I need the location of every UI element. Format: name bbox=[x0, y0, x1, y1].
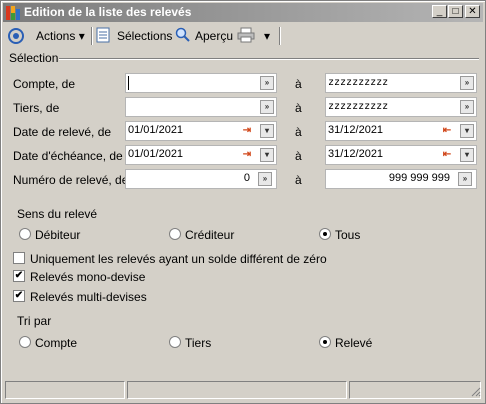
title-bar[interactable]: Edition de la liste des relevés _ □ ✕ bbox=[3, 3, 483, 22]
toolbar-separator bbox=[279, 27, 281, 45]
date-echeance-to-field[interactable]: 31/12/2021 ⇤ ▾ bbox=[325, 145, 477, 165]
numero-label: Numéro de relevé, de bbox=[13, 173, 129, 187]
status-pane bbox=[127, 381, 347, 399]
tiers-to-value: zzzzzzzzzz bbox=[328, 101, 389, 112]
date-echeance-to-value: 31/12/2021 bbox=[328, 148, 384, 160]
date-releve-to-value: 31/12/2021 bbox=[328, 124, 384, 136]
actions-label: Actions bbox=[36, 29, 76, 43]
date-echeance-label: Date d'échéance, de bbox=[13, 149, 123, 163]
text-cursor bbox=[128, 76, 129, 90]
compte-to-field[interactable]: zzzzzzzzzz » bbox=[325, 73, 477, 93]
actions-menu[interactable]: Actions ▾ bbox=[36, 27, 85, 45]
numero-from-value: 0 bbox=[243, 172, 250, 184]
print-chevron-down-icon[interactable]: ▾ bbox=[264, 27, 270, 45]
compte-a-label: à bbox=[295, 77, 302, 91]
tri-compte-label[interactable]: Compte bbox=[35, 336, 77, 350]
multi-devises-checkbox[interactable]: ✔ bbox=[13, 290, 25, 302]
close-button[interactable]: ✕ bbox=[465, 5, 480, 18]
tri-label: Tri par bbox=[17, 314, 52, 328]
status-pane bbox=[5, 381, 125, 399]
numero-to-value: 999 999 999 bbox=[388, 172, 450, 184]
sens-debiteur-label[interactable]: Débiteur bbox=[35, 228, 80, 242]
calendar-icon[interactable]: ⇤ bbox=[440, 148, 454, 162]
status-pane bbox=[349, 381, 481, 399]
compte-to-value: zzzzzzzzzz bbox=[328, 77, 389, 88]
date-releve-to-dropdown-icon[interactable]: ▾ bbox=[460, 124, 474, 138]
date-releve-to-field[interactable]: 31/12/2021 ⇤ ▾ bbox=[325, 121, 477, 141]
tri-releve-radio[interactable] bbox=[319, 336, 331, 348]
compte-from-dropdown-icon[interactable]: » bbox=[260, 76, 274, 90]
solde-non-zero-label[interactable]: Uniquement les relevés ayant un solde di… bbox=[30, 252, 327, 266]
date-echeance-a-label: à bbox=[295, 149, 302, 163]
target-icon[interactable] bbox=[7, 27, 25, 45]
date-releve-a-label: à bbox=[295, 125, 302, 139]
mono-devise-label[interactable]: Relevés mono-devise bbox=[30, 270, 145, 284]
tiers-a-label: à bbox=[295, 101, 302, 115]
numero-from-field[interactable]: 0 » bbox=[125, 169, 277, 189]
window-title: Edition de la liste des relevés bbox=[24, 5, 192, 19]
tri-tiers-radio[interactable] bbox=[169, 336, 181, 348]
magnifier-icon[interactable] bbox=[175, 27, 191, 45]
tri-compte-radio[interactable] bbox=[19, 336, 31, 348]
sens-crediteur-radio[interactable] bbox=[169, 228, 181, 240]
tiers-to-field[interactable]: zzzzzzzzzz » bbox=[325, 97, 477, 117]
minimize-button[interactable]: _ bbox=[432, 5, 447, 18]
date-releve-from-value: 01/01/2021 bbox=[128, 124, 184, 136]
calendar-icon[interactable]: ⇥ bbox=[240, 124, 254, 138]
tri-releve-label[interactable]: Relevé bbox=[335, 336, 372, 350]
sens-tous-label[interactable]: Tous bbox=[335, 228, 360, 242]
tiers-from-dropdown-icon[interactable]: » bbox=[260, 100, 274, 114]
tiers-from-field[interactable]: » bbox=[125, 97, 277, 117]
toolbar-separator bbox=[91, 27, 93, 45]
date-echeance-from-dropdown-icon[interactable]: ▾ bbox=[260, 148, 274, 162]
date-releve-from-dropdown-icon[interactable]: ▾ bbox=[260, 124, 274, 138]
sens-tous-radio[interactable] bbox=[319, 228, 331, 240]
compte-to-dropdown-icon[interactable]: » bbox=[460, 76, 474, 90]
calendar-icon[interactable]: ⇥ bbox=[240, 148, 254, 162]
selections-button[interactable]: Sélections bbox=[117, 27, 172, 45]
solde-non-zero-checkbox[interactable] bbox=[13, 252, 25, 264]
date-echeance-from-value: 01/01/2021 bbox=[128, 148, 184, 160]
sens-label: Sens du relevé bbox=[17, 207, 98, 221]
numero-from-dropdown-icon[interactable]: » bbox=[258, 172, 272, 186]
apercu-button[interactable]: Aperçu bbox=[195, 27, 233, 45]
multi-devises-label[interactable]: Relevés multi-devises bbox=[30, 290, 147, 304]
main-window: Edition de la liste des relevés _ □ ✕ Ac… bbox=[0, 0, 486, 404]
status-bar bbox=[5, 381, 483, 399]
document-icon[interactable] bbox=[96, 27, 112, 45]
tiers-label: Tiers, de bbox=[13, 101, 60, 115]
resize-grip-icon[interactable] bbox=[469, 385, 481, 397]
date-releve-label: Date de relevé, de bbox=[13, 125, 112, 139]
maximize-button[interactable]: □ bbox=[448, 5, 463, 18]
mono-devise-checkbox[interactable]: ✔ bbox=[13, 270, 25, 282]
date-echeance-to-dropdown-icon[interactable]: ▾ bbox=[460, 148, 474, 162]
numero-a-label: à bbox=[295, 173, 302, 187]
toolbar: Actions ▾ Sélections Aperçu ▾ bbox=[3, 24, 483, 48]
compte-label: Compte, de bbox=[13, 77, 76, 91]
compte-from-field[interactable]: » bbox=[125, 73, 277, 93]
date-echeance-from-field[interactable]: 01/01/2021 ⇥ ▾ bbox=[125, 145, 277, 165]
numero-to-dropdown-icon[interactable]: » bbox=[458, 172, 472, 186]
numero-to-field[interactable]: 999 999 999 » bbox=[325, 169, 477, 189]
actions-chevron-down-icon: ▾ bbox=[78, 29, 85, 43]
app-icon bbox=[6, 6, 20, 20]
date-releve-from-field[interactable]: 01/01/2021 ⇥ ▾ bbox=[125, 121, 277, 141]
printer-icon[interactable] bbox=[237, 27, 255, 45]
tiers-to-dropdown-icon[interactable]: » bbox=[460, 100, 474, 114]
sens-crediteur-label[interactable]: Créditeur bbox=[185, 228, 234, 242]
selection-group-label: Sélection bbox=[9, 51, 59, 65]
selection-group-divider bbox=[59, 58, 479, 60]
sens-debiteur-radio[interactable] bbox=[19, 228, 31, 240]
tri-tiers-label[interactable]: Tiers bbox=[185, 336, 211, 350]
calendar-icon[interactable]: ⇤ bbox=[440, 124, 454, 138]
